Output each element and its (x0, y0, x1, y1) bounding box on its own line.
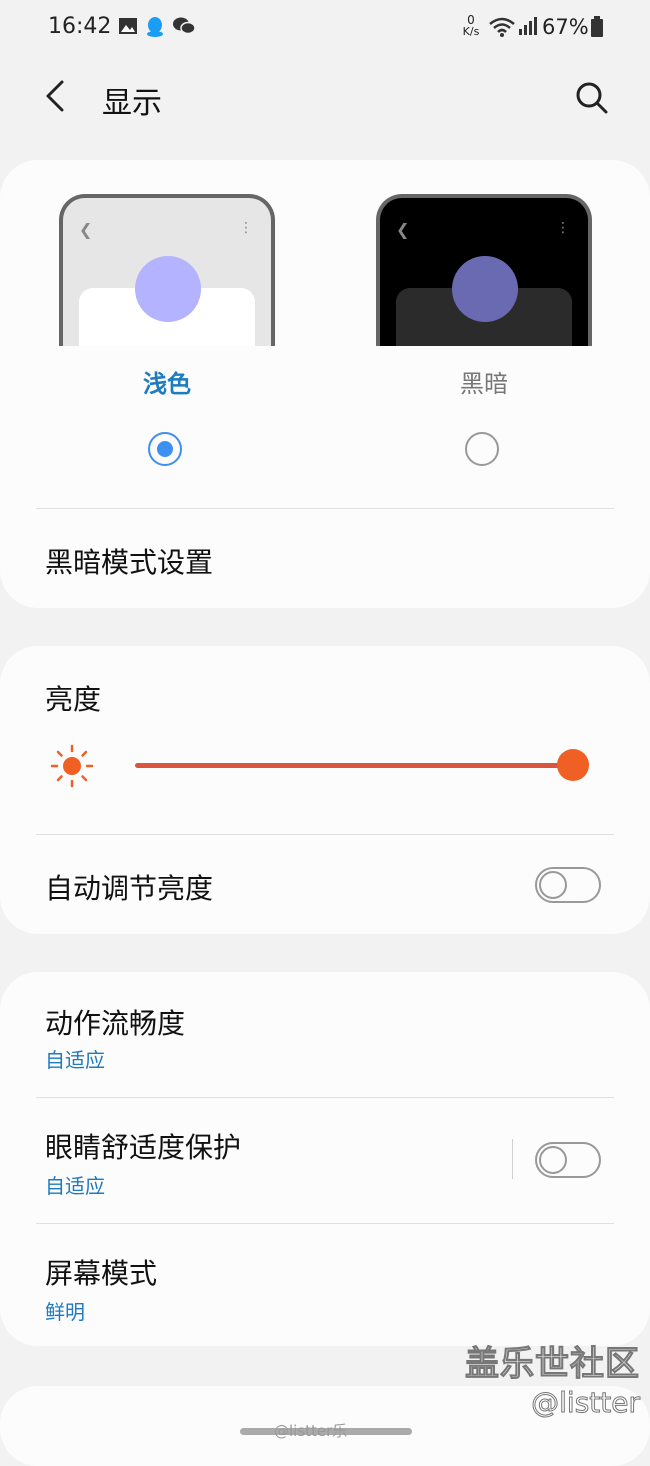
weibo-watermark: @listter乐 (274, 1422, 348, 1440)
dark-theme-radio[interactable] (465, 432, 499, 466)
battery-percent: 67% (542, 15, 589, 39)
status-time: 16:42 (48, 14, 112, 39)
auto-brightness-row[interactable]: 自动调节亮度 (0, 835, 650, 934)
auto-brightness-label: 自动调节亮度 (45, 872, 214, 905)
search-icon[interactable] (572, 78, 612, 118)
light-theme-preview[interactable]: ❮ ⋮ (59, 194, 275, 346)
image-icon (119, 18, 137, 34)
preview-back-icon: ❮ (79, 220, 93, 239)
dark-theme-label: 黑暗 (460, 370, 508, 398)
brightness-label: 亮度 (45, 683, 102, 716)
auto-brightness-toggle[interactable] (535, 867, 601, 903)
brightness-card: 亮度 自动调节亮度 (0, 646, 650, 934)
preview-back-icon: ❮ (396, 220, 410, 239)
vertical-separator (512, 1139, 513, 1179)
preview-more-icon: ⋮ (239, 220, 253, 236)
eye-comfort-value: 自适应 (45, 1174, 105, 1198)
page-title: 显示 (102, 86, 162, 121)
wifi-icon (489, 17, 515, 37)
brightness-slider-track[interactable] (135, 763, 572, 768)
theme-option-light[interactable]: ❮ ⋮ 浅色 (59, 194, 275, 466)
preview-more-icon: ⋮ (556, 220, 570, 236)
motion-smoothness-label: 动作流畅度 (45, 1007, 186, 1040)
dark-mode-settings-label: 黑暗模式设置 (45, 546, 214, 579)
motion-smoothness-row[interactable]: 动作流畅度 自适应 (0, 972, 650, 1097)
qq-icon (147, 17, 163, 37)
watermark-community: 盖乐世社区 (465, 1344, 640, 1385)
dark-mode-settings-row[interactable]: 黑暗模式设置 (0, 509, 650, 608)
theme-card: ❮ ⋮ 浅色 ❮ ⋮ 黑暗 黑暗模式设置 (0, 160, 650, 608)
preview-circle (452, 256, 518, 322)
light-theme-label: 浅色 (143, 370, 191, 398)
back-icon[interactable] (40, 78, 76, 114)
brightness-slider-thumb[interactable] (557, 749, 589, 781)
motion-smoothness-value: 自适应 (45, 1048, 105, 1072)
theme-option-dark[interactable]: ❮ ⋮ 黑暗 (376, 194, 592, 466)
app-bar: 显示 (0, 60, 650, 140)
watermark-handle: @listter (531, 1386, 641, 1420)
signal-icon (519, 17, 537, 35)
light-theme-radio[interactable] (148, 432, 182, 466)
eye-comfort-label: 眼睛舒适度保护 (45, 1131, 242, 1164)
eye-comfort-row[interactable]: 眼睛舒适度保护 自适应 (0, 1098, 650, 1223)
sun-icon (50, 744, 94, 788)
wechat-icon (173, 17, 196, 35)
screen-mode-label: 屏幕模式 (45, 1257, 158, 1290)
screen-mode-row[interactable]: 屏幕模式 鲜明 (0, 1224, 650, 1346)
dark-theme-preview[interactable]: ❮ ⋮ (376, 194, 592, 346)
screen-mode-value: 鲜明 (45, 1300, 85, 1324)
eye-comfort-toggle[interactable] (535, 1142, 601, 1178)
battery-icon (591, 16, 603, 37)
status-bar: 16:42 0 K/s 67% (0, 0, 650, 60)
net-speed: 0 K/s (462, 13, 480, 38)
preview-circle (135, 256, 201, 322)
display-settings-card: 动作流畅度 自适应 眼睛舒适度保护 自适应 屏幕模式 鲜明 (0, 972, 650, 1346)
